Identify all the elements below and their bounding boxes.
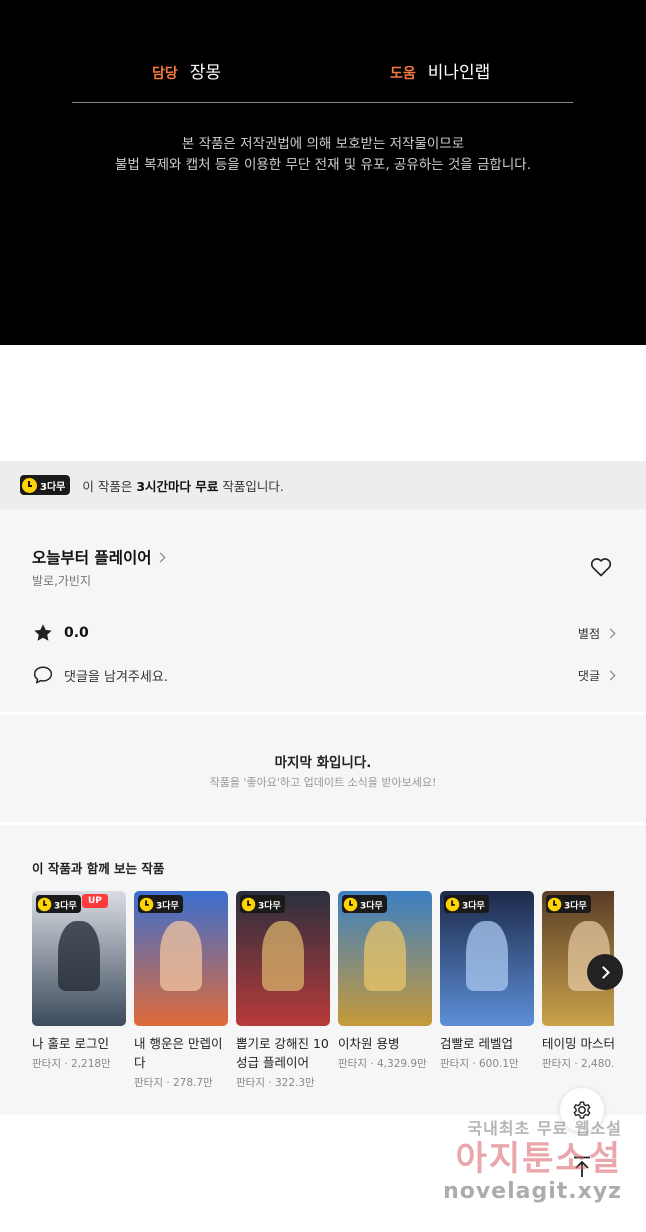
chevron-right-icon	[605, 670, 616, 680]
carousel-next-button[interactable]	[587, 954, 623, 990]
card-meta: 판타지 · 600.1만	[440, 1058, 519, 1070]
copyright-notice: 본 작품은 저작권법에 의해 보호받는 저작물이므로 불법 복제와 캡처 등을 …	[0, 134, 646, 176]
clock-icon	[37, 897, 52, 911]
work-title: 오늘부터 플레이어	[32, 549, 152, 567]
recommendation-card[interactable]: 3다무내 행운은 만렙이다판타지 · 278.7만	[134, 891, 228, 1090]
recommendations-carousel: 3다무 UP 나 홀로 로그인판타지 · 2,218만 3다무내 행운은 만렙이다판타…	[32, 891, 614, 1111]
work-title-link[interactable]: 오늘부터 플레이어	[32, 546, 166, 568]
work-info-section: 오늘부터 플레이어 발로,가빈지 0.0 별점 댓글을 남겨주세요. 댓글	[0, 509, 646, 712]
recommendation-card[interactable]: 3다무검빨로 레벨업판타지 · 600.1만	[440, 891, 534, 1071]
three-hour-free-badge: 3다무	[20, 475, 71, 495]
cover-figure	[262, 920, 304, 991]
clock-icon	[139, 897, 154, 911]
credit-name: 비나인랩	[427, 63, 491, 83]
cover-figure	[466, 920, 508, 991]
three-hour-free-badge: 3다무	[240, 895, 286, 913]
heart-icon[interactable]	[589, 555, 613, 579]
free-text-suffix: 작품입니다.	[218, 478, 284, 494]
credits-section: 담당 장몽 도움 비나인랩 본 작품은 저작권법에 의해 보호받는 저작물이므로…	[0, 0, 646, 345]
chevron-right-icon	[597, 965, 610, 979]
up-badge: UP	[82, 894, 108, 908]
chevron-right-icon	[605, 628, 616, 638]
credit-role-label: 도움	[390, 66, 416, 82]
three-hour-free-badge: 3다무	[342, 895, 388, 913]
cover-image: 3다무 UP	[32, 891, 126, 1026]
credit-name: 장몽	[189, 63, 222, 83]
three-hour-free-badge: 3다무	[444, 895, 490, 913]
cover-figure	[160, 920, 202, 991]
badge-label: 3다무	[156, 900, 179, 911]
comment-bubble-icon	[33, 666, 53, 684]
star-icon	[34, 624, 52, 641]
gear-icon	[573, 1101, 591, 1119]
comment-prompt: 댓글을 남겨주세요.	[64, 669, 168, 685]
chevron-right-icon	[156, 552, 166, 562]
free-text-prefix: 이 작품은	[82, 478, 137, 494]
card-title: 내 행운은 만렙이다	[134, 1036, 223, 1070]
free-banner-text: 이 작품은 3시간마다 무료 작품입니다.	[82, 476, 283, 495]
free-every-3-hours-banner: 3다무 이 작품은 3시간마다 무료 작품입니다.	[0, 461, 646, 509]
cover-image: 3다무	[338, 891, 432, 1026]
cover-image: 3다무	[440, 891, 534, 1026]
recommendations-section: 이 작품과 함께 보는 작품 3다무 UP 나 홀로 로그인판타지 · 2,218만…	[0, 825, 646, 1115]
rating-link-label: 별점	[577, 626, 600, 641]
credit-divider	[72, 102, 573, 103]
cover-image: 3다무	[236, 891, 330, 1026]
card-title: 테이밍 마스터	[542, 1036, 614, 1051]
cover-image: 3다무	[134, 891, 228, 1026]
badge-label: 3다무	[462, 900, 485, 911]
badge-label: 3다무	[564, 900, 587, 911]
clock-icon	[445, 897, 460, 911]
arrow-up-icon	[574, 1156, 590, 1177]
card-title: 뽑기로 강해진 10성급 플레이어	[236, 1036, 329, 1070]
card-title: 나 홀로 로그인	[32, 1036, 109, 1051]
badge-label: 3다무	[40, 481, 66, 493]
comment-row[interactable]: 댓글을 남겨주세요. 댓글	[32, 665, 616, 685]
three-hour-free-badge: 3다무	[36, 895, 82, 913]
work-authors: 발로,가빈지	[32, 574, 92, 588]
cover-figure	[364, 920, 406, 991]
card-meta: 판타지 · 278.7만	[134, 1077, 213, 1089]
recommendation-card[interactable]: 3다무이차원 용병판타지 · 4,329.9만	[338, 891, 432, 1071]
badge-label: 3다무	[258, 900, 281, 911]
clock-icon	[22, 477, 37, 493]
card-title: 이차원 용병	[338, 1036, 400, 1051]
clock-icon	[547, 897, 562, 911]
rating-value: 0.0	[64, 625, 89, 641]
three-hour-free-badge: 3다무	[546, 895, 592, 913]
credit-writer: 담당 장몽	[152, 58, 221, 83]
clock-icon	[241, 897, 256, 911]
card-meta: 판타지 · 4,329.9만	[338, 1058, 427, 1070]
card-meta: 판타지 · 322.3만	[236, 1077, 315, 1089]
three-hour-free-badge: 3다무	[138, 895, 184, 913]
scroll-top-button[interactable]	[560, 1145, 604, 1189]
last-episode-title: 마지막 화입니다.	[274, 755, 372, 771]
last-episode-notice: 마지막 화입니다. 작품을 '좋아요'하고 업데이트 소식을 받아보세요!	[0, 715, 646, 822]
recommendations-heading: 이 작품과 함께 보는 작품	[32, 861, 165, 876]
last-episode-subtitle: 작품을 '좋아요'하고 업데이트 소식을 받아보세요!	[209, 776, 437, 789]
card-meta: 판타지 · 2,218만	[32, 1058, 111, 1070]
credit-role-label: 담당	[152, 66, 178, 82]
copyright-line-2: 불법 복제와 캡처 등을 이용한 무단 전재 및 유포, 공유하는 것을 금합니…	[115, 157, 531, 173]
rating-link[interactable]: 별점	[577, 625, 616, 642]
card-meta: 판타지 · 2,480.5만	[542, 1058, 614, 1070]
settings-button[interactable]	[560, 1088, 604, 1132]
badge-label: 3다무	[54, 900, 77, 911]
copyright-line-1: 본 작품은 저작권법에 의해 보호받는 저작물이므로	[181, 136, 465, 152]
recommendation-card[interactable]: 3다무 UP 나 홀로 로그인판타지 · 2,218만	[32, 891, 126, 1071]
rating-row: 0.0 별점	[32, 622, 616, 644]
cover-figure	[58, 920, 100, 991]
comment-link-label: 댓글	[577, 668, 600, 683]
free-text-bold: 3시간마다 무료	[136, 478, 219, 494]
recommendation-card[interactable]: 3다무뽑기로 강해진 10성급 플레이어판타지 · 322.3만	[236, 891, 330, 1090]
badge-label: 3다무	[360, 900, 383, 911]
clock-icon	[343, 897, 358, 911]
card-title: 검빨로 레벨업	[440, 1036, 513, 1051]
credit-assistant: 도움 비나인랩	[390, 58, 490, 83]
comment-link[interactable]: 댓글	[577, 667, 616, 684]
